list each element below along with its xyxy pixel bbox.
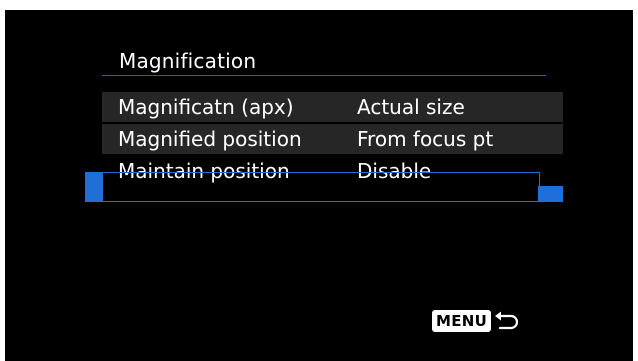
title-divider	[102, 75, 546, 76]
menu-item-label: Magnified position	[118, 127, 302, 151]
menu-item-label: Maintain position	[118, 159, 290, 183]
menu-item-magnified-position[interactable]: Magnified position From focus pt	[102, 124, 563, 154]
menu-item-value: Actual size	[357, 95, 465, 119]
menu-list: Magnificatn (apx) Actual size Magnified …	[102, 92, 563, 188]
selection-highlight-left	[85, 172, 102, 202]
menu-back-button[interactable]: MENU	[432, 308, 520, 334]
menu-item-magnification[interactable]: Magnificatn (apx) Actual size	[102, 92, 563, 122]
camera-menu-screen: Magnification Magnificatn (apx) Actual s…	[5, 10, 633, 361]
menu-item-maintain-position[interactable]: Maintain position Disable	[102, 156, 563, 186]
return-arrow-icon	[495, 311, 519, 330]
menu-key-label: MENU	[432, 310, 492, 332]
menu-item-value: From focus pt	[357, 127, 494, 151]
page-title: Magnification	[119, 49, 257, 73]
menu-item-value: Disable	[357, 159, 432, 183]
menu-item-label: Magnificatn (apx)	[118, 95, 294, 119]
